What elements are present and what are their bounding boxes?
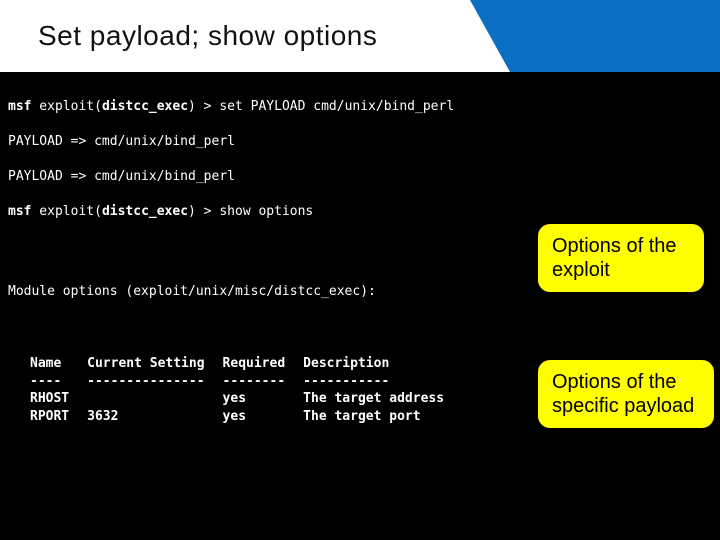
payload-options-section: Payload options (cmd/unix/bind_perl): Na… [8, 488, 712, 540]
callout-exploit-options: Options of the exploit [536, 222, 706, 294]
col-required: Required [223, 355, 304, 373]
command: show options [219, 204, 313, 219]
msf-prompt: msf [8, 204, 31, 219]
table-row: RPORT3632yesThe target port [30, 408, 462, 426]
msf-prompt: msf [8, 99, 31, 114]
col-current: Current Setting [87, 355, 222, 373]
table-header-row: NameCurrent SettingRequiredDescription [30, 355, 462, 373]
slide-title: Set payload; show options [0, 20, 377, 52]
slide: Set payload; show options msf exploit(di… [0, 0, 720, 540]
command: set PAYLOAD cmd/unix/bind_perl [219, 99, 454, 114]
module-options-table: NameCurrent SettingRequiredDescription -… [30, 355, 462, 425]
col-name: Name [30, 355, 87, 373]
term-line: PAYLOAD => cmd/unix/bind_perl [8, 168, 712, 186]
decorative-wedge [470, 0, 510, 72]
callout-payload-options: Options of the specific payload [536, 358, 716, 430]
col-description: Description [303, 355, 462, 373]
module-name: distcc_exec [102, 204, 188, 219]
module-name: distcc_exec [102, 99, 188, 114]
terminal-output: msf exploit(distcc_exec) > set PAYLOAD c… [0, 72, 720, 540]
term-line: PAYLOAD => cmd/unix/bind_perl [8, 133, 712, 151]
table-dash-row: -------------------------------------- [30, 373, 462, 391]
term-line: msf exploit(distcc_exec) > show options [8, 203, 712, 221]
term-line: msf exploit(distcc_exec) > set PAYLOAD c… [8, 98, 712, 116]
decorative-banner [510, 0, 720, 72]
table-row: RHOSTyesThe target address [30, 390, 462, 408]
